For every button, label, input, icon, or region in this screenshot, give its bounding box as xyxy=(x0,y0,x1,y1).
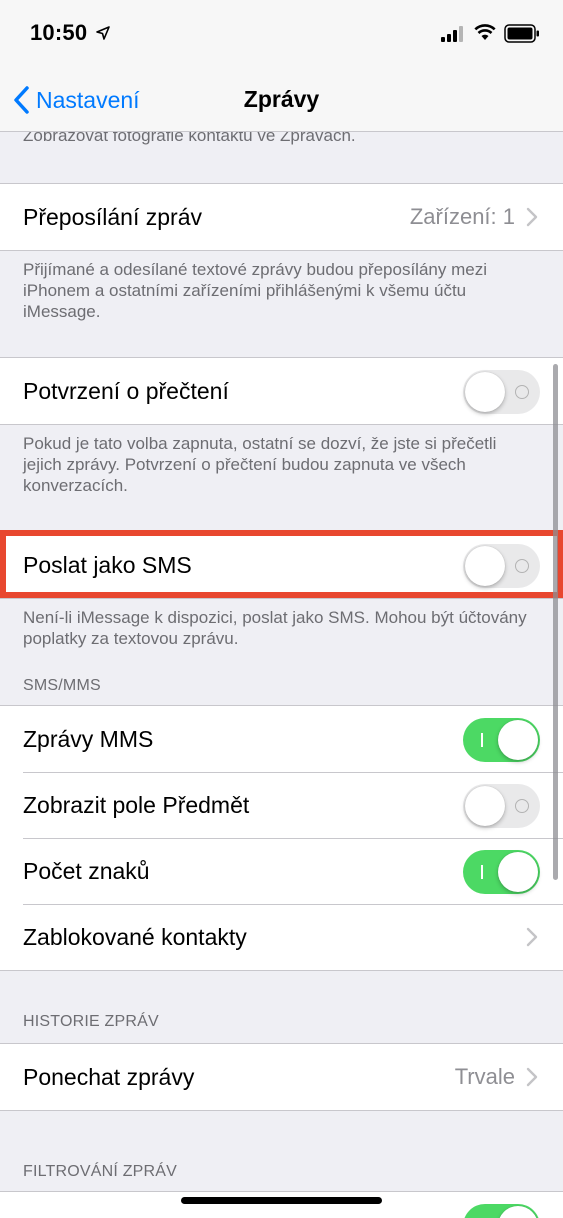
send-as-sms-group: Poslat jako SMS xyxy=(0,531,563,599)
message-filtering-header: FILTROVÁNÍ ZPRÁV xyxy=(23,1163,178,1180)
send-as-sms-footer: Není-li iMessage k dispozici, poslat jak… xyxy=(23,608,527,648)
send-as-sms-label: Poslat jako SMS xyxy=(23,551,192,578)
message-history-group: Ponechat zprávy Trvale xyxy=(0,1043,563,1111)
settings-list[interactable]: Zobrazovat fotografie kontaktu ve Zprává… xyxy=(0,132,563,1218)
status-bar: 10:50 xyxy=(0,0,563,70)
toggle-off-icon xyxy=(515,559,529,573)
character-count-toggle[interactable] xyxy=(463,850,540,894)
sms-mms-header: SMS/MMS xyxy=(23,677,101,694)
page-title: Zprávy xyxy=(243,86,320,112)
send-as-sms-toggle[interactable] xyxy=(463,544,540,588)
cellular-signal-icon xyxy=(441,26,463,42)
blocked-contacts-label: Zablokované kontakty xyxy=(23,923,247,950)
keep-messages-label: Ponechat zprávy xyxy=(23,1063,195,1090)
battery-icon xyxy=(504,24,539,43)
blocked-contacts-row[interactable]: Zablokované kontakty xyxy=(0,904,563,970)
forwarding-footer: Přijímané a odesílané textové zprávy bud… xyxy=(23,260,487,321)
message-filtering-group xyxy=(0,1191,563,1218)
contact-photos-footer: Zobrazovat fotografie kontaktu ve Zprává… xyxy=(23,132,356,145)
mms-row: Zprávy MMS xyxy=(0,706,563,772)
subject-field-toggle[interactable] xyxy=(463,784,540,828)
navigation-bar: Nastavení Zprávy xyxy=(0,70,563,132)
read-receipts-row: Potvrzení o přečtení xyxy=(0,358,563,424)
sms-mms-group: Zprávy MMS Zobrazit pole Předmět Počet z… xyxy=(0,705,563,971)
toggle-knob xyxy=(465,546,505,586)
chevron-right-icon xyxy=(526,207,538,227)
toggle-off-icon xyxy=(515,385,529,399)
chevron-right-icon xyxy=(526,927,538,947)
mms-toggle[interactable] xyxy=(463,718,540,762)
read-receipts-label: Potvrzení o přečtení xyxy=(23,377,229,404)
scroll-indicator[interactable] xyxy=(553,364,558,880)
toggle-on-icon xyxy=(481,865,483,879)
character-count-row: Počet znaků xyxy=(0,838,563,904)
read-receipts-group: Potvrzení o přečtení xyxy=(0,357,563,425)
forwarding-row[interactable]: Přeposílání zpráv Zařízení: 1 xyxy=(0,184,563,250)
send-as-sms-row: Poslat jako SMS xyxy=(0,532,563,598)
message-history-header: HISTORIE ZPRÁV xyxy=(23,1013,159,1030)
toggle-off-icon xyxy=(515,799,529,813)
toggle-knob xyxy=(498,1206,538,1218)
subject-field-label: Zobrazit pole Předmět xyxy=(23,791,250,818)
toggle-knob xyxy=(498,852,538,892)
toggle-knob xyxy=(498,720,538,760)
toggle-knob xyxy=(465,372,505,412)
filter-unknown-senders-toggle[interactable] xyxy=(463,1204,540,1218)
location-arrow-icon xyxy=(96,26,110,40)
forwarding-group: Přeposílání zpráv Zařízení: 1 xyxy=(0,183,563,251)
forwarding-value: Zařízení: 1 xyxy=(409,204,515,229)
mms-label: Zprávy MMS xyxy=(23,725,154,752)
forwarding-label: Přeposílání zpráv xyxy=(23,203,202,230)
toggle-knob xyxy=(465,786,505,826)
chevron-right-icon xyxy=(526,1067,538,1087)
keep-messages-row[interactable]: Ponechat zprávy Trvale xyxy=(0,1044,563,1110)
status-time: 10:50 xyxy=(30,20,88,45)
wifi-icon xyxy=(474,24,496,40)
read-receipts-toggle[interactable] xyxy=(463,370,540,414)
read-receipts-footer: Pokud je tato volba zapnuta, ostatní se … xyxy=(23,434,497,495)
toggle-on-icon xyxy=(481,733,483,747)
keep-messages-value: Trvale xyxy=(454,1064,515,1089)
character-count-label: Počet znaků xyxy=(23,857,150,884)
home-indicator[interactable] xyxy=(181,1197,382,1204)
subject-field-row: Zobrazit pole Předmět xyxy=(0,772,563,838)
